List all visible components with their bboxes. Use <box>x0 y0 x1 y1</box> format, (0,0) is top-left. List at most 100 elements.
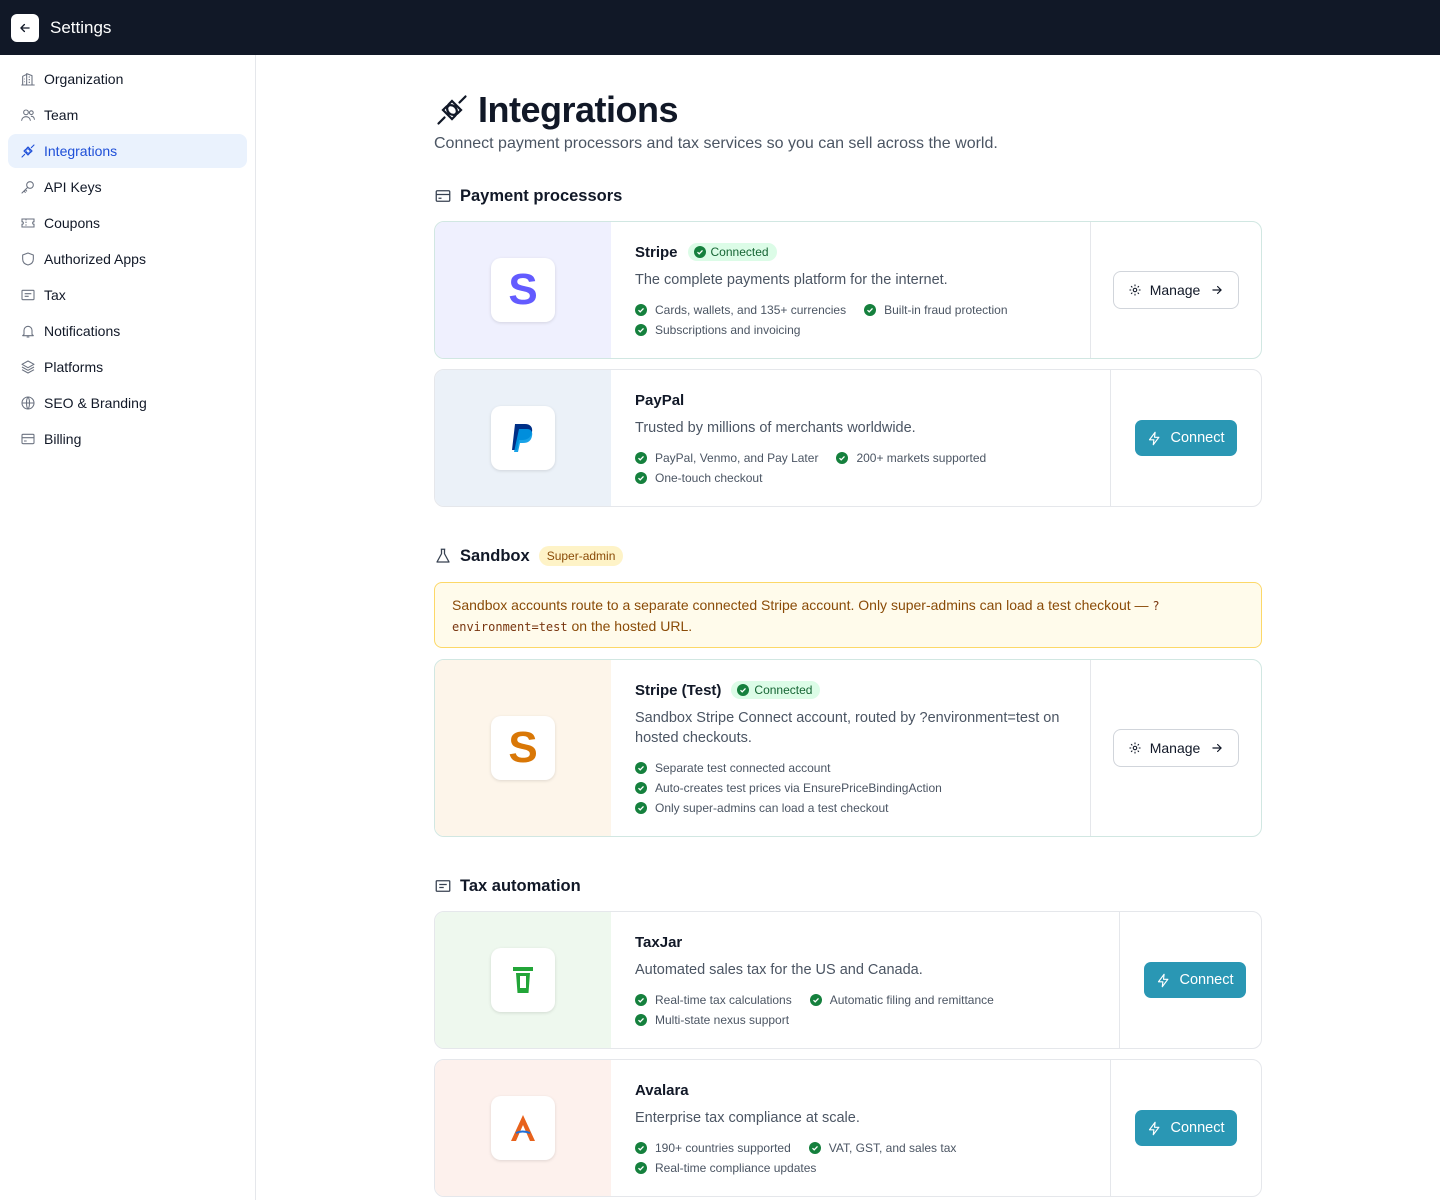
sidebar-item-api-keys[interactable]: API Keys <box>8 170 247 204</box>
manage-button[interactable]: Manage <box>1112 271 1240 309</box>
paypal-icon <box>512 424 533 452</box>
notice-text: Sandbox accounts route to a separate con… <box>452 597 1153 613</box>
sidebar-item-authorized-apps[interactable]: Authorized Apps <box>8 242 247 276</box>
check-circle-icon <box>864 304 877 316</box>
integration-name: TaxJar <box>635 933 683 951</box>
ticket-icon <box>21 218 35 228</box>
feature-item: Automatic filing and remittance <box>809 990 994 1010</box>
connect-button[interactable]: Connect <box>1135 1110 1237 1146</box>
lightning-icon <box>1149 1121 1160 1135</box>
lightning-icon <box>1158 973 1169 987</box>
arrow-right-icon <box>1212 743 1223 753</box>
sidebar-item-label: Tax <box>44 287 66 303</box>
sidebar-item-seo-branding[interactable]: SEO & Branding <box>8 386 247 420</box>
sidebar-item-tax[interactable]: Tax <box>8 278 247 312</box>
sidebar-item-label: SEO & Branding <box>44 395 147 411</box>
feature-list: 190+ countries supported VAT, GST, and s… <box>635 1138 1055 1178</box>
section-title: Sandbox <box>460 546 530 565</box>
sidebar-item-label: Integrations <box>44 143 118 159</box>
credit-card-icon <box>21 433 35 445</box>
integration-description: Enterprise tax compliance at scale. <box>635 1110 860 1126</box>
integration-name: Avalara <box>635 1081 689 1099</box>
feature-list: PayPal, Venmo, and Pay Later 200+ market… <box>635 448 1055 488</box>
plug-icon <box>437 95 467 125</box>
card-action: Connect <box>1111 1060 1261 1196</box>
feature-label: One-touch checkout <box>655 471 763 485</box>
back-button[interactable] <box>11 13 39 42</box>
feature-label: Cards, wallets, and 135+ currencies <box>655 303 847 317</box>
sidebar-item-organization[interactable]: Organization <box>8 62 247 96</box>
feature-list: Real-time tax calculations Automatic fil… <box>635 990 1095 1030</box>
feature-list: Cards, wallets, and 135+ currencies Buil… <box>635 300 1055 340</box>
feature-item: PayPal, Venmo, and Pay Later <box>635 448 818 468</box>
feature-label: Subscriptions and invoicing <box>655 323 801 337</box>
card-body: Stripe (Test) Connected Sandbox Stripe C… <box>611 660 1091 836</box>
manage-button[interactable]: Manage <box>1112 729 1240 767</box>
feature-label: Multi-state nexus support <box>655 1013 790 1027</box>
integration-name: PayPal <box>635 391 685 409</box>
stripe-logo: S <box>491 258 555 322</box>
integration-description: Trusted by millions of merchants worldwi… <box>635 420 916 436</box>
credit-card-icon <box>435 190 451 202</box>
check-circle-icon <box>808 1142 821 1154</box>
stripe-s-icon: S <box>508 271 537 309</box>
sidebar-item-platforms[interactable]: Platforms <box>8 350 247 384</box>
integration-card-stripe: S Stripe Connected The complete payments… <box>434 221 1262 359</box>
notice-text-end: on the hosted URL. <box>567 618 693 634</box>
feature-list: Separate test connected account Auto-cre… <box>635 758 1055 818</box>
connect-button[interactable]: Connect <box>1135 420 1237 456</box>
layers-icon <box>21 360 35 374</box>
check-circle-icon <box>635 324 647 336</box>
sidebar-item-label: API Keys <box>44 179 102 195</box>
plug-icon <box>21 144 35 158</box>
status-label: Connected <box>754 683 813 697</box>
users-icon <box>21 109 35 121</box>
svg-text:S: S <box>508 271 537 309</box>
feature-item: Cards, wallets, and 135+ currencies <box>635 300 846 320</box>
card-body: TaxJar Automated sales tax for the US an… <box>611 912 1120 1048</box>
check-circle-icon <box>635 1014 647 1026</box>
feature-item: Real-time tax calculations <box>635 990 792 1010</box>
bell-icon <box>22 325 34 338</box>
sidebar-item-label: Team <box>44 107 79 123</box>
lightning-icon <box>1149 431 1160 445</box>
sidebar-item-team[interactable]: Team <box>8 98 247 132</box>
integration-description: The complete payments platform for the i… <box>635 272 948 288</box>
sidebar-item-billing[interactable]: Billing <box>8 422 247 456</box>
sidebar-item-label: Authorized Apps <box>44 251 146 267</box>
integration-description: Sandbox Stripe Connect account, routed b… <box>635 710 1060 746</box>
integration-name: Stripe <box>635 243 678 261</box>
card-body: Avalara Enterprise tax compliance at sca… <box>611 1060 1111 1196</box>
sidebar-item-label: Organization <box>44 71 124 87</box>
avalara-a-icon <box>511 1115 535 1141</box>
sandbox-notice: Sandbox accounts route to a separate con… <box>434 582 1262 648</box>
check-circle-icon <box>635 304 647 316</box>
connect-label: Connect <box>1170 430 1225 446</box>
section-sandbox: Sandbox Super-admin <box>434 544 624 568</box>
check-circle-icon <box>693 246 706 258</box>
check-circle-icon <box>635 802 647 814</box>
feature-item: 190+ countries supported <box>635 1138 791 1158</box>
role-badge: Super-admin <box>538 546 624 566</box>
feature-label: 200+ markets supported <box>856 451 987 465</box>
feature-label: Only super-admins can load a test checko… <box>655 801 889 815</box>
connect-button[interactable]: Connect <box>1144 962 1246 998</box>
check-circle-icon <box>635 762 647 774</box>
top-bar: Settings <box>0 0 1440 55</box>
card-body: PayPal Trusted by millions of merchants … <box>611 370 1111 506</box>
card-logo-area: S <box>435 222 611 358</box>
section-tax-automation: Tax automation <box>434 874 581 898</box>
sidebar-item-coupons[interactable]: Coupons <box>8 206 247 240</box>
check-circle-icon <box>635 994 647 1006</box>
sidebar-item-notifications[interactable]: Notifications <box>8 314 247 348</box>
check-circle-icon <box>836 452 849 464</box>
stripe-s-icon: S <box>508 729 537 767</box>
page-subtitle: Connect payment processors and tax servi… <box>434 135 998 152</box>
feature-label: Real-time compliance updates <box>655 1161 817 1175</box>
sidebar: Organization Team Integrations API Keys … <box>0 55 256 1200</box>
sidebar-item-integrations[interactable]: Integrations <box>8 134 247 168</box>
gear-icon <box>1129 742 1141 754</box>
card-action: Manage <box>1091 660 1261 836</box>
feature-label: Built-in fraud protection <box>884 303 1008 317</box>
taxjar-jar-icon <box>513 967 533 993</box>
